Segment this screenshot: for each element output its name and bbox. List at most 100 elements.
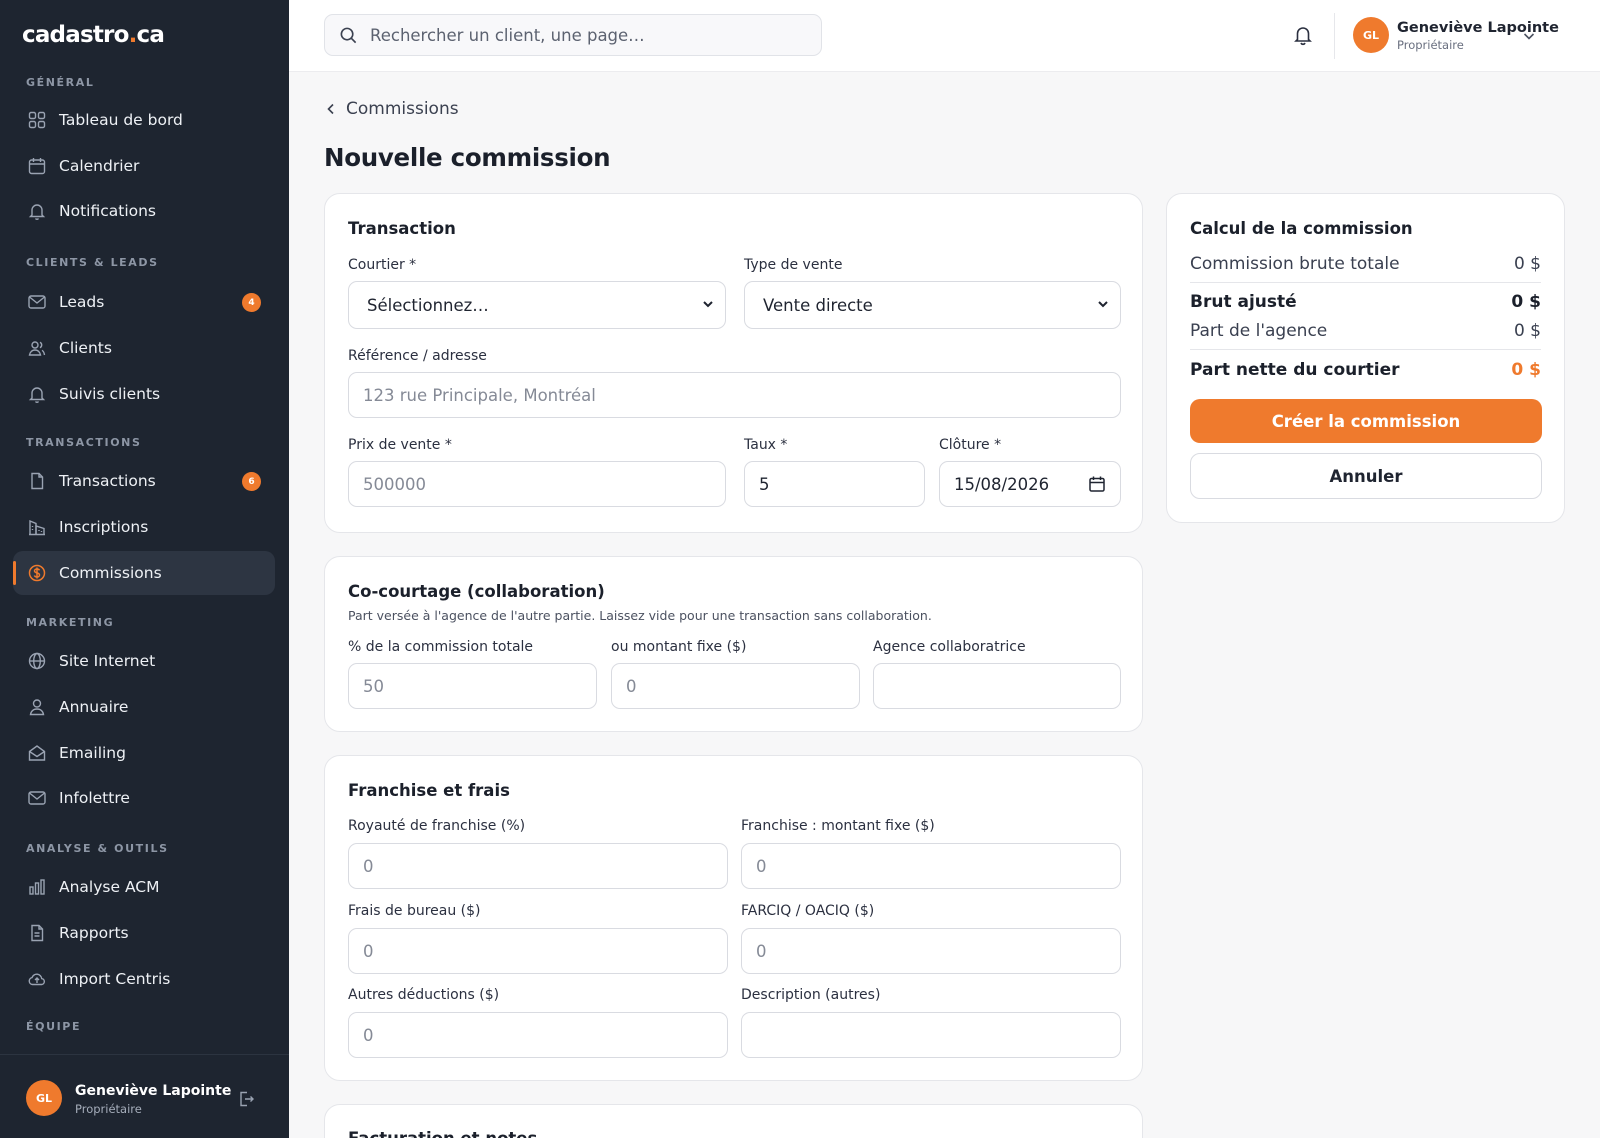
prix-input[interactable] [363, 474, 725, 494]
reference-field[interactable] [348, 372, 1121, 418]
chevron-down-icon[interactable] [1521, 28, 1537, 44]
pct-input[interactable] [363, 676, 596, 696]
sidebar-item-label: Suivis clients [59, 385, 161, 403]
montant-fixe-input[interactable] [626, 676, 859, 696]
card-title: Transaction [348, 219, 456, 238]
cloture-value: 15/08/2026 [954, 474, 1050, 494]
create-commission-button[interactable]: Créer la commission [1190, 399, 1542, 443]
transaction-card: Transaction Courtier * Sélectionnez… Typ… [324, 193, 1143, 533]
taux-field[interactable]: 5 [744, 461, 925, 507]
app-logo[interactable]: cadastro.ca [22, 22, 165, 48]
farciq-input[interactable] [756, 941, 1120, 961]
transactions-count-badge: 6 [242, 472, 261, 491]
cancel-button[interactable]: Annuler [1190, 453, 1542, 499]
farciq-field[interactable] [741, 928, 1121, 974]
section-general: GÉNÉRAL [26, 76, 95, 89]
taux-value: 5 [759, 474, 770, 494]
sidebar-item-calendar[interactable]: Calendrier [13, 144, 275, 188]
summary-label: Brut ajusté [1190, 292, 1297, 312]
prix-field[interactable] [348, 461, 726, 507]
sidebar-item-site[interactable]: Site Internet [13, 639, 275, 683]
document-icon [31, 924, 44, 942]
sidebar-item-rapports[interactable]: Rapports [13, 911, 275, 955]
description-input[interactable] [756, 1025, 1120, 1045]
sidebar-item-infolettre[interactable]: Infolettre [13, 776, 275, 820]
sidebar-item-label: Inscriptions [59, 518, 149, 536]
section-marketing: MARKETING [26, 616, 115, 629]
reference-label: Référence / adresse [348, 348, 487, 364]
search-icon [340, 27, 357, 43]
user-role: Propriétaire [1397, 38, 1464, 52]
sidebar-item-inscriptions[interactable]: Inscriptions [13, 505, 275, 549]
summary-amount: 0 $ [1511, 292, 1541, 312]
autres-input[interactable] [363, 1025, 727, 1045]
sidebar-item-dashboard[interactable]: Tableau de bord [13, 98, 275, 142]
sidebar-item-leads[interactable]: Leads 4 [13, 280, 275, 324]
calendar-icon[interactable] [1088, 475, 1106, 493]
sidebar-item-clients[interactable]: Clients [13, 326, 275, 370]
sidebar-item-suivis[interactable]: Suivis clients [13, 372, 275, 416]
cocourtage-card: Co-courtage (collaboration) Part versée … [324, 556, 1143, 732]
summary-row-agence: Part de l'agence 0 $ [1190, 321, 1541, 341]
card-title: Co-courtage (collaboration) [348, 582, 605, 601]
summary-label: Part nette du courtier [1190, 360, 1400, 380]
section-transactions: TRANSACTIONS [26, 436, 142, 449]
file-icon [31, 472, 44, 490]
globe-icon [28, 652, 46, 670]
sidebar-item-label: Leads [59, 293, 105, 311]
sidebar-item-commissions[interactable]: Commissions [13, 551, 275, 595]
sidebar-item-import[interactable]: Import Centris [13, 957, 275, 1001]
divider [1190, 349, 1541, 350]
reference-input[interactable] [363, 385, 1120, 405]
section-equipe: ÉQUIPE [26, 1020, 82, 1033]
mail-icon [28, 295, 46, 309]
search-bar[interactable] [324, 14, 822, 56]
pct-field[interactable] [348, 663, 597, 709]
sidebar-item-emailing[interactable]: Emailing [13, 731, 275, 775]
user-role: Propriétaire [75, 1102, 142, 1116]
royaute-input[interactable] [363, 856, 727, 876]
bell-icon[interactable] [1292, 24, 1314, 46]
agence-field[interactable] [873, 663, 1121, 709]
sidebar-item-acm[interactable]: Analyse ACM [13, 865, 275, 909]
franchise-fixe-label: Franchise : montant fixe ($) [741, 818, 935, 834]
sidebar-item-annuaire[interactable]: Annuaire [13, 685, 275, 729]
breadcrumb[interactable]: Commissions [324, 99, 459, 119]
search-input[interactable] [370, 25, 790, 45]
divider [1334, 13, 1335, 59]
bureau-field[interactable] [348, 928, 728, 974]
calendar-icon [28, 158, 46, 175]
bureau-input[interactable] [363, 941, 727, 961]
montant-fixe-field[interactable] [611, 663, 860, 709]
card-title: Franchise et frais [348, 781, 510, 800]
agence-label: Agence collaboratrice [873, 639, 1026, 655]
sidebar-item-label: Rapports [59, 924, 129, 942]
mail-open-icon [28, 745, 46, 761]
franchise-fixe-field[interactable] [741, 843, 1121, 889]
bureau-label: Frais de bureau ($) [348, 903, 481, 919]
agence-input[interactable] [888, 676, 1120, 696]
sidebar-item-label: Notifications [59, 202, 157, 220]
type-vente-select[interactable]: Vente directe [744, 281, 1121, 329]
dollar-circle-icon [28, 564, 46, 582]
description-field[interactable] [741, 1012, 1121, 1058]
section-analyse: ANALYSE & OUTILS [26, 842, 169, 855]
cloture-label: Clôture * [939, 437, 1002, 453]
topbar: GL Geneviève Lapointe Propriétaire [289, 0, 1600, 72]
avatar[interactable]: GL [26, 1080, 62, 1116]
taux-label: Taux * [744, 437, 788, 453]
summary-label: Commission brute totale [1190, 254, 1400, 274]
autres-field[interactable] [348, 1012, 728, 1058]
summary-row-brute: Commission brute totale 0 $ [1190, 254, 1541, 274]
royaute-field[interactable] [348, 843, 728, 889]
cloture-date-field[interactable]: 15/08/2026 [939, 461, 1121, 507]
courtier-select[interactable]: Sélectionnez… [348, 281, 726, 329]
sidebar-item-transactions[interactable]: Transactions 6 [13, 459, 275, 503]
autres-label: Autres déductions ($) [348, 987, 500, 1003]
logo-dot: . [128, 22, 138, 48]
sidebar-item-notifications[interactable]: Notifications [13, 189, 275, 233]
type-label: Type de vente [744, 257, 843, 273]
franchise-fixe-input[interactable] [756, 856, 1120, 876]
building-icon [29, 519, 45, 536]
logout-icon[interactable] [236, 1089, 256, 1109]
